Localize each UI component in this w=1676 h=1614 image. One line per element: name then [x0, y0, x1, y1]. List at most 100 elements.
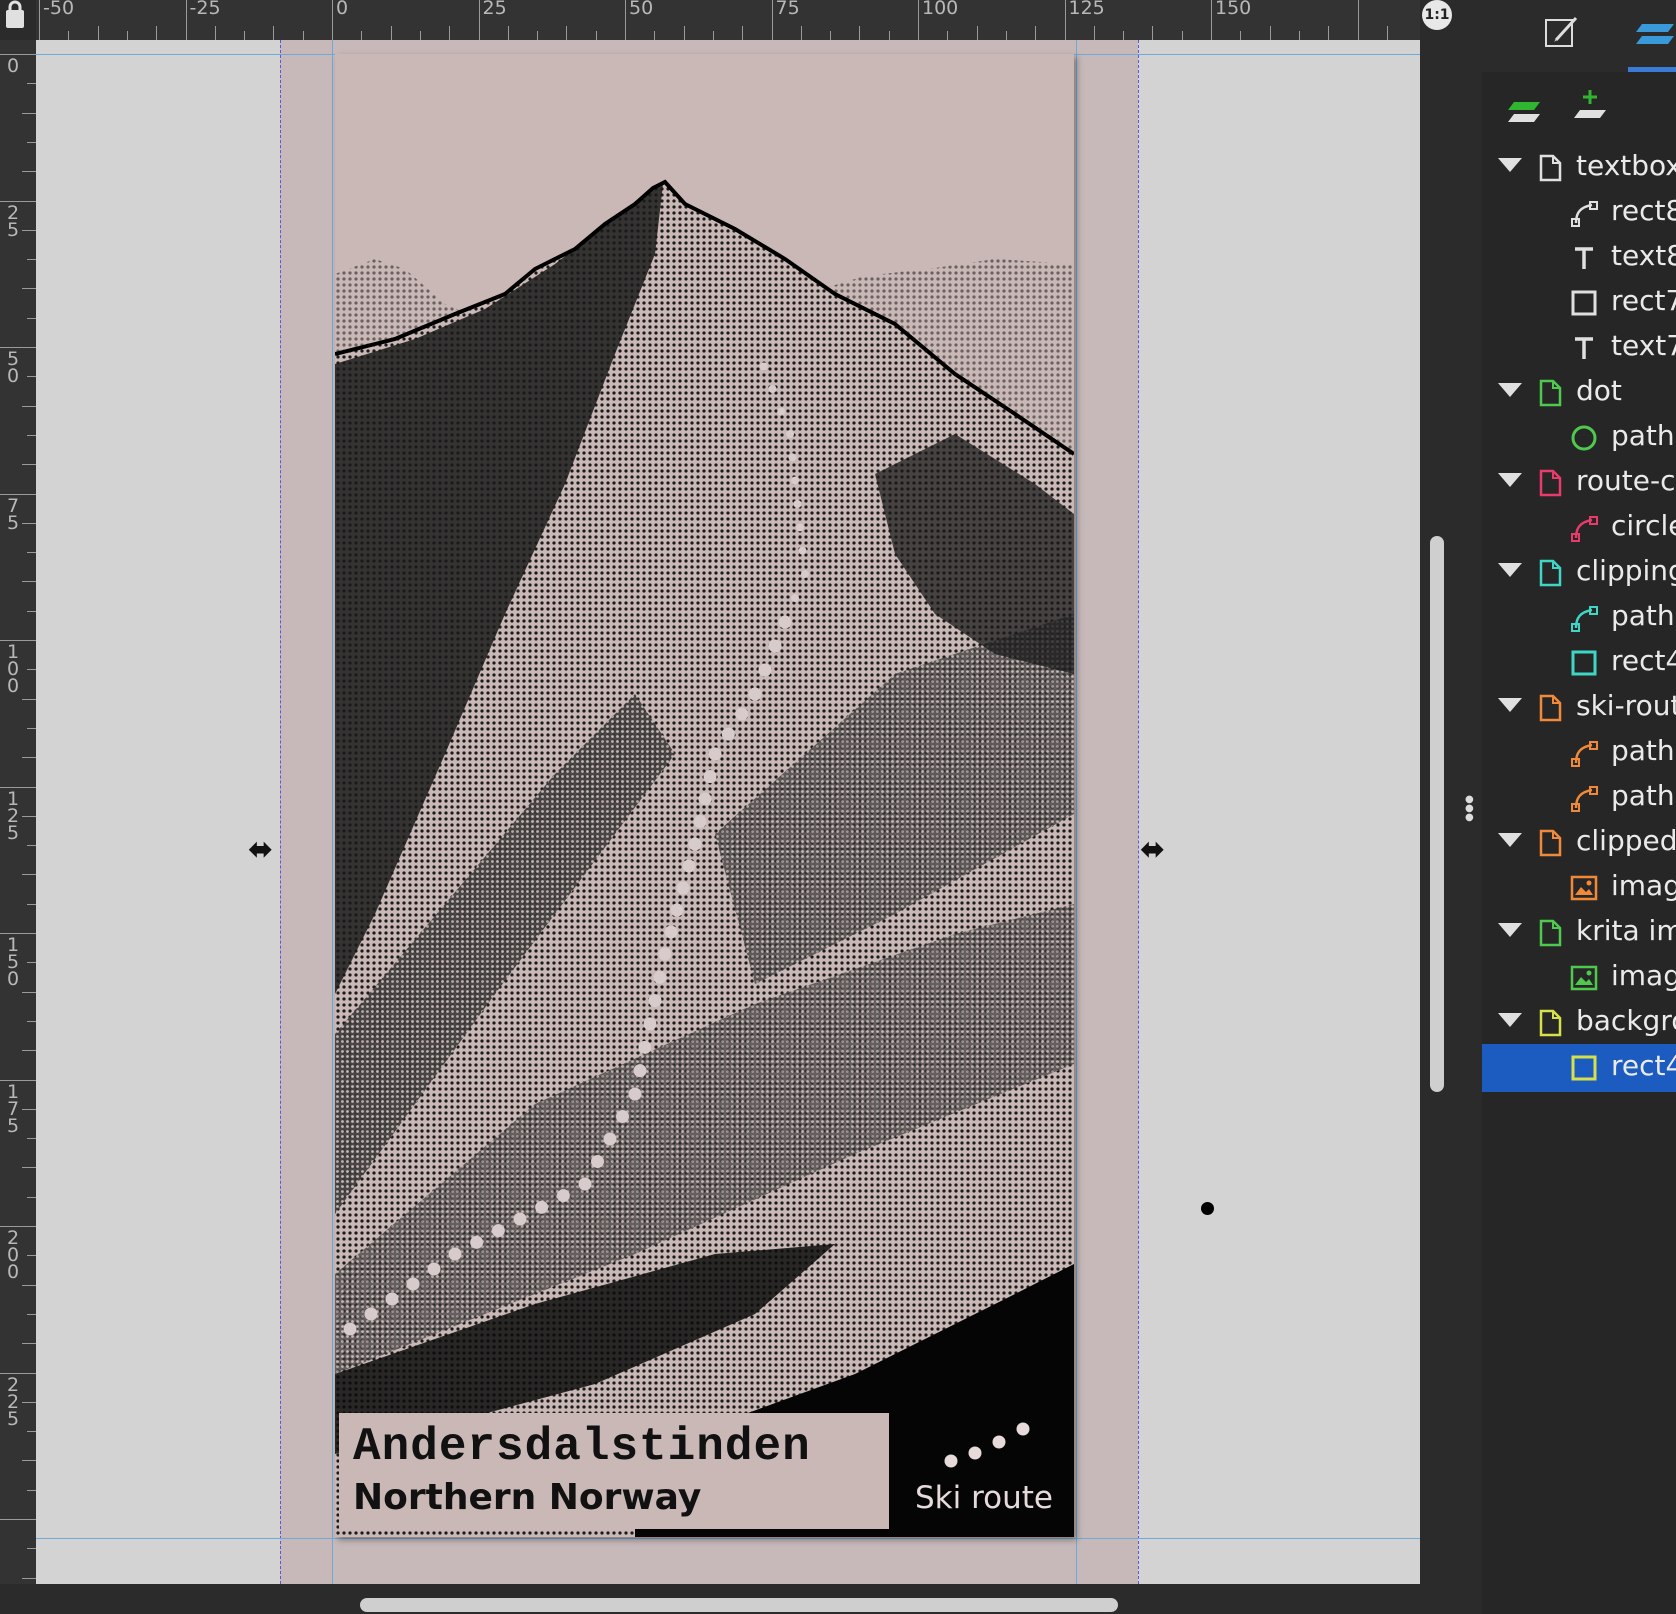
vertical-scroll-thumb[interactable] [1430, 536, 1444, 1092]
route-dot [791, 594, 799, 602]
expand-triangle-icon[interactable] [1498, 158, 1522, 172]
layer-row-clipping[interactable]: clipping [1482, 549, 1676, 597]
horizontal-scrollbar[interactable] [36, 1584, 1420, 1614]
layer-icon [1539, 694, 1562, 722]
layer-row-dot[interactable]: dot [1482, 369, 1676, 417]
expand-triangle-icon[interactable] [1498, 833, 1522, 847]
layer-icon [1539, 154, 1562, 182]
page-guide-bottom[interactable] [36, 1538, 1420, 1539]
ruler-tick [156, 26, 158, 40]
layer-row-backgro[interactable]: backgro [1482, 999, 1676, 1047]
layer-icon [1539, 829, 1562, 857]
tab-fill-stroke[interactable] [1542, 12, 1582, 52]
horizontal-ruler[interactable]: -50 -25 0 25 50 75 100 125 150 [36, 0, 1420, 41]
expand-triangle-icon[interactable] [1498, 563, 1522, 577]
expand-triangle-icon[interactable] [1498, 1013, 1522, 1027]
layer-row-textbox[interactable]: textbox [1482, 144, 1676, 192]
route-dot [688, 837, 702, 851]
add-layer-button[interactable] [1506, 92, 1542, 132]
ruler-tick [683, 26, 685, 40]
ruler-tick [712, 31, 714, 40]
object-row-text8[interactable]: text8 [1482, 234, 1676, 282]
layer-row-krita-im[interactable]: krita im [1482, 909, 1676, 957]
route-dot [735, 707, 749, 721]
expand-triangle-icon[interactable] [1498, 698, 1522, 712]
ski-route-dots[interactable] [335, 54, 1074, 1537]
object-row-rect8[interactable]: rect8 [1482, 189, 1676, 237]
ruler-tick [537, 31, 539, 40]
object-row-imag[interactable]: imag [1482, 864, 1676, 912]
ruler-label: 75 [775, 0, 800, 19]
ruler-tick [0, 1519, 36, 1520]
route-dot [664, 925, 678, 939]
layer-label: rect4 [1611, 644, 1676, 677]
object-row-path[interactable]: path [1482, 594, 1676, 642]
expand-triangle-icon[interactable] [1498, 923, 1522, 937]
layer-label: text7 [1611, 329, 1676, 362]
lock-guides-button[interactable] [0, 0, 36, 40]
layer-row-ski-rout[interactable]: ski-rout [1482, 684, 1676, 732]
layer-label: imag [1611, 959, 1676, 992]
object-row-imag[interactable]: imag [1482, 954, 1676, 1002]
route-dot [676, 881, 690, 895]
layer-label: ski-rout [1576, 689, 1676, 722]
ruler-label: 25 [6, 201, 20, 241]
ruler-tick [22, 1050, 36, 1052]
object-row-rect4[interactable]: rect4 [1482, 1044, 1676, 1092]
ruler-tick [126, 31, 128, 40]
resize-left-arrow-icon[interactable]: ⬌ [248, 835, 273, 865]
route-dot [698, 792, 712, 806]
path-icon [1571, 201, 1598, 227]
ruler-tick [27, 141, 36, 143]
poster-title[interactable]: Andersdalstinden [353, 1421, 811, 1473]
poster-artwork[interactable]: Andersdalstinden Northern Norway Ski rou… [335, 54, 1074, 1537]
layer-label: path [1611, 779, 1675, 812]
route-dot [427, 1262, 441, 1276]
ski-route-label[interactable]: Ski route [915, 1480, 1053, 1516]
panel-splitter[interactable]: ● ● ● [1456, 0, 1482, 1614]
vertical-scrollbar[interactable] [1420, 40, 1456, 1584]
object-row-path[interactable]: path [1482, 414, 1676, 462]
title-textbox[interactable]: Andersdalstinden Northern Norway [339, 1413, 889, 1529]
layer-row-route-ci[interactable]: route-ci [1482, 459, 1676, 507]
poster-subtitle[interactable]: Northern Norway [353, 1477, 701, 1518]
add-sublayer-button[interactable] [1572, 88, 1612, 132]
ruler-tick [22, 1108, 36, 1110]
ruler-tick [859, 26, 861, 40]
object-row-rect4[interactable]: rect4 [1482, 639, 1676, 687]
ruler-tick [22, 1343, 36, 1345]
expand-triangle-icon[interactable] [1498, 383, 1522, 397]
zoom-1-1-button[interactable]: 1:1 [1420, 0, 1456, 40]
ruler-tick [27, 434, 36, 436]
layer-label: rect7 [1611, 284, 1676, 317]
object-row-path[interactable]: path [1482, 774, 1676, 822]
route-dot [470, 1235, 484, 1249]
circle-icon [1571, 425, 1597, 451]
object-row-rect7[interactable]: rect7 [1482, 279, 1676, 327]
route-dot [708, 747, 722, 761]
ruler-tick [27, 962, 36, 964]
bleed-guide-left[interactable] [280, 40, 281, 1584]
ruler-tick [27, 1020, 36, 1022]
drawing-canvas[interactable]: Andersdalstinden Northern Norway Ski rou… [36, 40, 1420, 1584]
text-icon [1575, 247, 1593, 269]
ruler-tick [1005, 31, 1007, 40]
layer-row-clipped[interactable]: clipped [1482, 819, 1676, 867]
tab-layers-objects[interactable] [1628, 12, 1676, 72]
route-dot [406, 1277, 420, 1291]
expand-triangle-icon[interactable] [1498, 473, 1522, 487]
vertical-ruler[interactable]: 0 25 50 75 100 125 150 175 200 225 [0, 40, 37, 1584]
horizontal-scroll-thumb[interactable] [360, 1598, 1118, 1612]
object-row-circle[interactable]: circle [1482, 504, 1676, 552]
object-row-text7[interactable]: text7 [1482, 324, 1676, 372]
route-dot [491, 1224, 505, 1238]
route-dot [682, 859, 696, 873]
resize-right-arrow-icon[interactable]: ⬌ [1140, 835, 1165, 865]
bleed-guide-right[interactable] [1138, 40, 1139, 1584]
ruler-tick [22, 288, 36, 290]
ruler-tick [332, 0, 333, 40]
object-row-path[interactable]: path [1482, 729, 1676, 777]
ruler-tick [1269, 26, 1271, 40]
ruler-tick [22, 522, 36, 524]
ruler-tick [742, 26, 744, 40]
